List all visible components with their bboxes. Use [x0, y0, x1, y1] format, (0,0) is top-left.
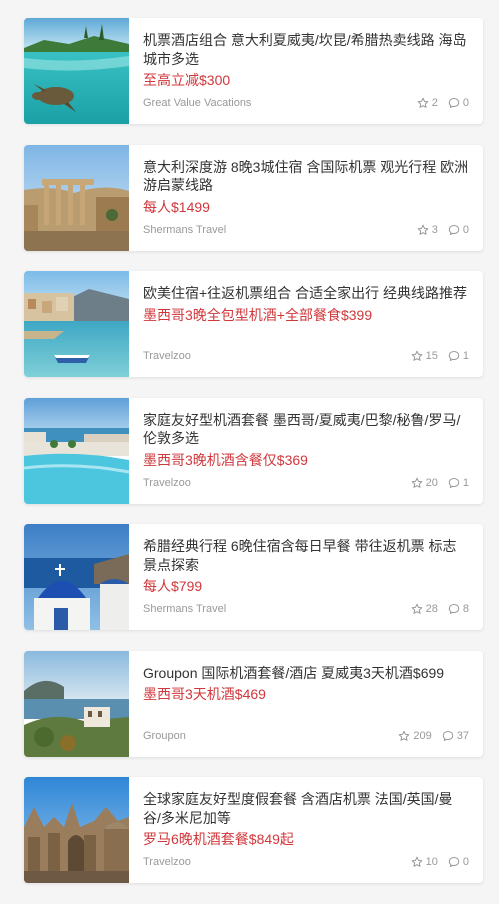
comment-bubble-icon	[448, 857, 460, 867]
deal-card[interactable]: 意大利深度游 8晚3城住宿 含国际机票 观光行程 欧洲游启蒙线路 每人$1499…	[24, 144, 483, 251]
comment-count: 1	[462, 350, 469, 362]
deal-price: 每人$799	[143, 578, 203, 594]
comment-count: 8	[462, 603, 469, 615]
deal-card[interactable]: 希腊经典行程 6晚住宿含每日早餐 带往返机票 标志景点探索 每人$799 She…	[24, 524, 483, 630]
like-count: 28	[425, 603, 438, 615]
deal-price: 罗马6晚机酒套餐$849起	[143, 831, 294, 847]
comment-button[interactable]: 1	[448, 477, 469, 489]
deal-card[interactable]: 全球家庭友好型度假套餐 含酒店机票 法国/英国/曼谷/多米尼加等 罗马6晚机酒套…	[24, 777, 483, 883]
like-button[interactable]: 3	[417, 224, 438, 236]
comment-bubble-icon	[448, 604, 460, 614]
star-icon	[399, 730, 410, 741]
deal-list: 机票酒店组合 意大利夏威夷/坎昆/希腊热卖线路 海岛城市多选 至高立减$300 …	[24, 18, 483, 904]
deal-meta: Shermans Travel 28 8	[143, 602, 469, 616]
comment-button[interactable]: 1	[448, 350, 469, 362]
like-count: 15	[425, 350, 438, 362]
comment-count: 1	[462, 476, 469, 489]
deal-source: Travelzoo	[143, 476, 191, 489]
deal-source: Great Value Vacations	[143, 97, 252, 109]
deal-price: 至高立减$300	[143, 72, 231, 88]
star-icon	[411, 477, 422, 488]
turtle-lagoon-photo[interactable]	[24, 18, 129, 124]
star-icon	[411, 350, 422, 361]
comment-button[interactable]: 37	[442, 730, 469, 742]
like-count: 10	[425, 856, 438, 868]
deal-title[interactable]: 欧美住宿+往返机票组合 合适全家出行 经典线路推荐	[143, 284, 469, 303]
deal-card[interactable]: 机票酒店组合 意大利夏威夷/坎昆/希腊热卖线路 海岛城市多选 至高立减$300 …	[24, 18, 483, 124]
like-count: 2	[431, 97, 438, 109]
comment-bubble-icon	[442, 730, 453, 741]
deal-price: 墨西哥3晚全包型机酒+全部餐食$399	[143, 306, 373, 323]
gothic-cathedral-photo[interactable]	[24, 777, 129, 883]
deal-card[interactable]: 家庭友好型机酒套餐 墨西哥/夏威夷/巴黎/秘鲁/罗马/伦敦多选 墨西哥3晚机酒含…	[24, 397, 483, 504]
deal-price: 每人$1499	[143, 198, 210, 215]
coastal-town-boat-photo[interactable]	[24, 271, 129, 377]
deal-title[interactable]: 希腊经典行程 6晚住宿含每日早餐 带往返机票 标志景点探索	[143, 537, 469, 574]
deal-card[interactable]: 欧美住宿+往返机票组合 合适全家出行 经典线路推荐 墨西哥3晚全包型机酒+全部餐…	[24, 271, 483, 377]
deal-meta: Travelzoo 15 1	[143, 349, 469, 363]
comment-count: 0	[462, 223, 469, 236]
like-count: 3	[431, 223, 438, 236]
like-count: 20	[425, 476, 438, 489]
comment-button[interactable]: 8	[448, 603, 469, 615]
santorini-dome-photo[interactable]	[24, 524, 129, 630]
deal-meta: Travelzoo 20 1	[143, 476, 469, 490]
deal-meta: Groupon 209 37	[143, 729, 469, 743]
like-button[interactable]: 28	[411, 603, 438, 615]
comment-button[interactable]: 0	[448, 97, 469, 109]
comment-bubble-icon	[448, 477, 460, 488]
like-button[interactable]: 209	[398, 729, 432, 742]
like-button[interactable]: 10	[411, 856, 438, 868]
comment-bubble-icon	[448, 224, 460, 235]
comment-button[interactable]: 0	[448, 224, 469, 236]
star-icon	[417, 97, 429, 108]
deal-title[interactable]: 家庭友好型机酒套餐 墨西哥/夏威夷/巴黎/秘鲁/罗马/伦敦多选	[143, 411, 469, 448]
deal-card[interactable]: Groupon 国际机酒套餐/酒店 夏威夷3天机酒$699 墨西哥3天机酒$46…	[24, 650, 483, 757]
comment-count: 0	[462, 97, 469, 109]
deal-source: Shermans Travel	[143, 223, 227, 236]
deal-meta: Shermans Travel 3 0	[143, 223, 469, 237]
deal-source: Groupon	[143, 729, 186, 742]
roman-forum-photo[interactable]	[24, 144, 129, 251]
deal-title[interactable]: Groupon 国际机酒套餐/酒店 夏威夷3天机酒$699	[143, 664, 469, 683]
deal-meta: Travelzoo 10 0	[143, 855, 469, 869]
comment-bubble-icon	[448, 351, 460, 361]
star-icon	[417, 224, 429, 235]
deal-source: Travelzoo	[143, 856, 191, 868]
comment-bubble-icon	[448, 98, 460, 108]
deal-source: Shermans Travel	[143, 603, 227, 615]
star-icon	[411, 603, 422, 614]
star-icon	[411, 856, 422, 867]
deal-price: 墨西哥3天机酒$469	[143, 686, 266, 702]
like-button[interactable]: 15	[411, 350, 438, 362]
comment-count: 0	[462, 856, 469, 868]
deal-title[interactable]: 意大利深度游 8晚3城住宿 含国际机票 观光行程 欧洲游启蒙线路	[143, 158, 469, 195]
deal-source: Travelzoo	[143, 350, 191, 362]
deal-price: 墨西哥3晚机酒含餐仅$369	[143, 451, 308, 468]
mediterranean-coast-photo[interactable]	[24, 650, 129, 757]
deal-title[interactable]: 机票酒店组合 意大利夏威夷/坎昆/希腊热卖线路 海岛城市多选	[143, 31, 469, 68]
like-count: 209	[413, 729, 432, 742]
deal-title[interactable]: 全球家庭友好型度假套餐 含酒店机票 法国/英国/曼谷/多米尼加等	[143, 790, 469, 827]
comment-button[interactable]: 0	[448, 856, 469, 868]
like-button[interactable]: 20	[411, 477, 438, 489]
resort-pool-photo[interactable]	[24, 397, 129, 504]
deal-meta: Great Value Vacations 2 0	[143, 96, 469, 110]
like-button[interactable]: 2	[417, 97, 438, 109]
comment-count: 37	[456, 729, 469, 742]
